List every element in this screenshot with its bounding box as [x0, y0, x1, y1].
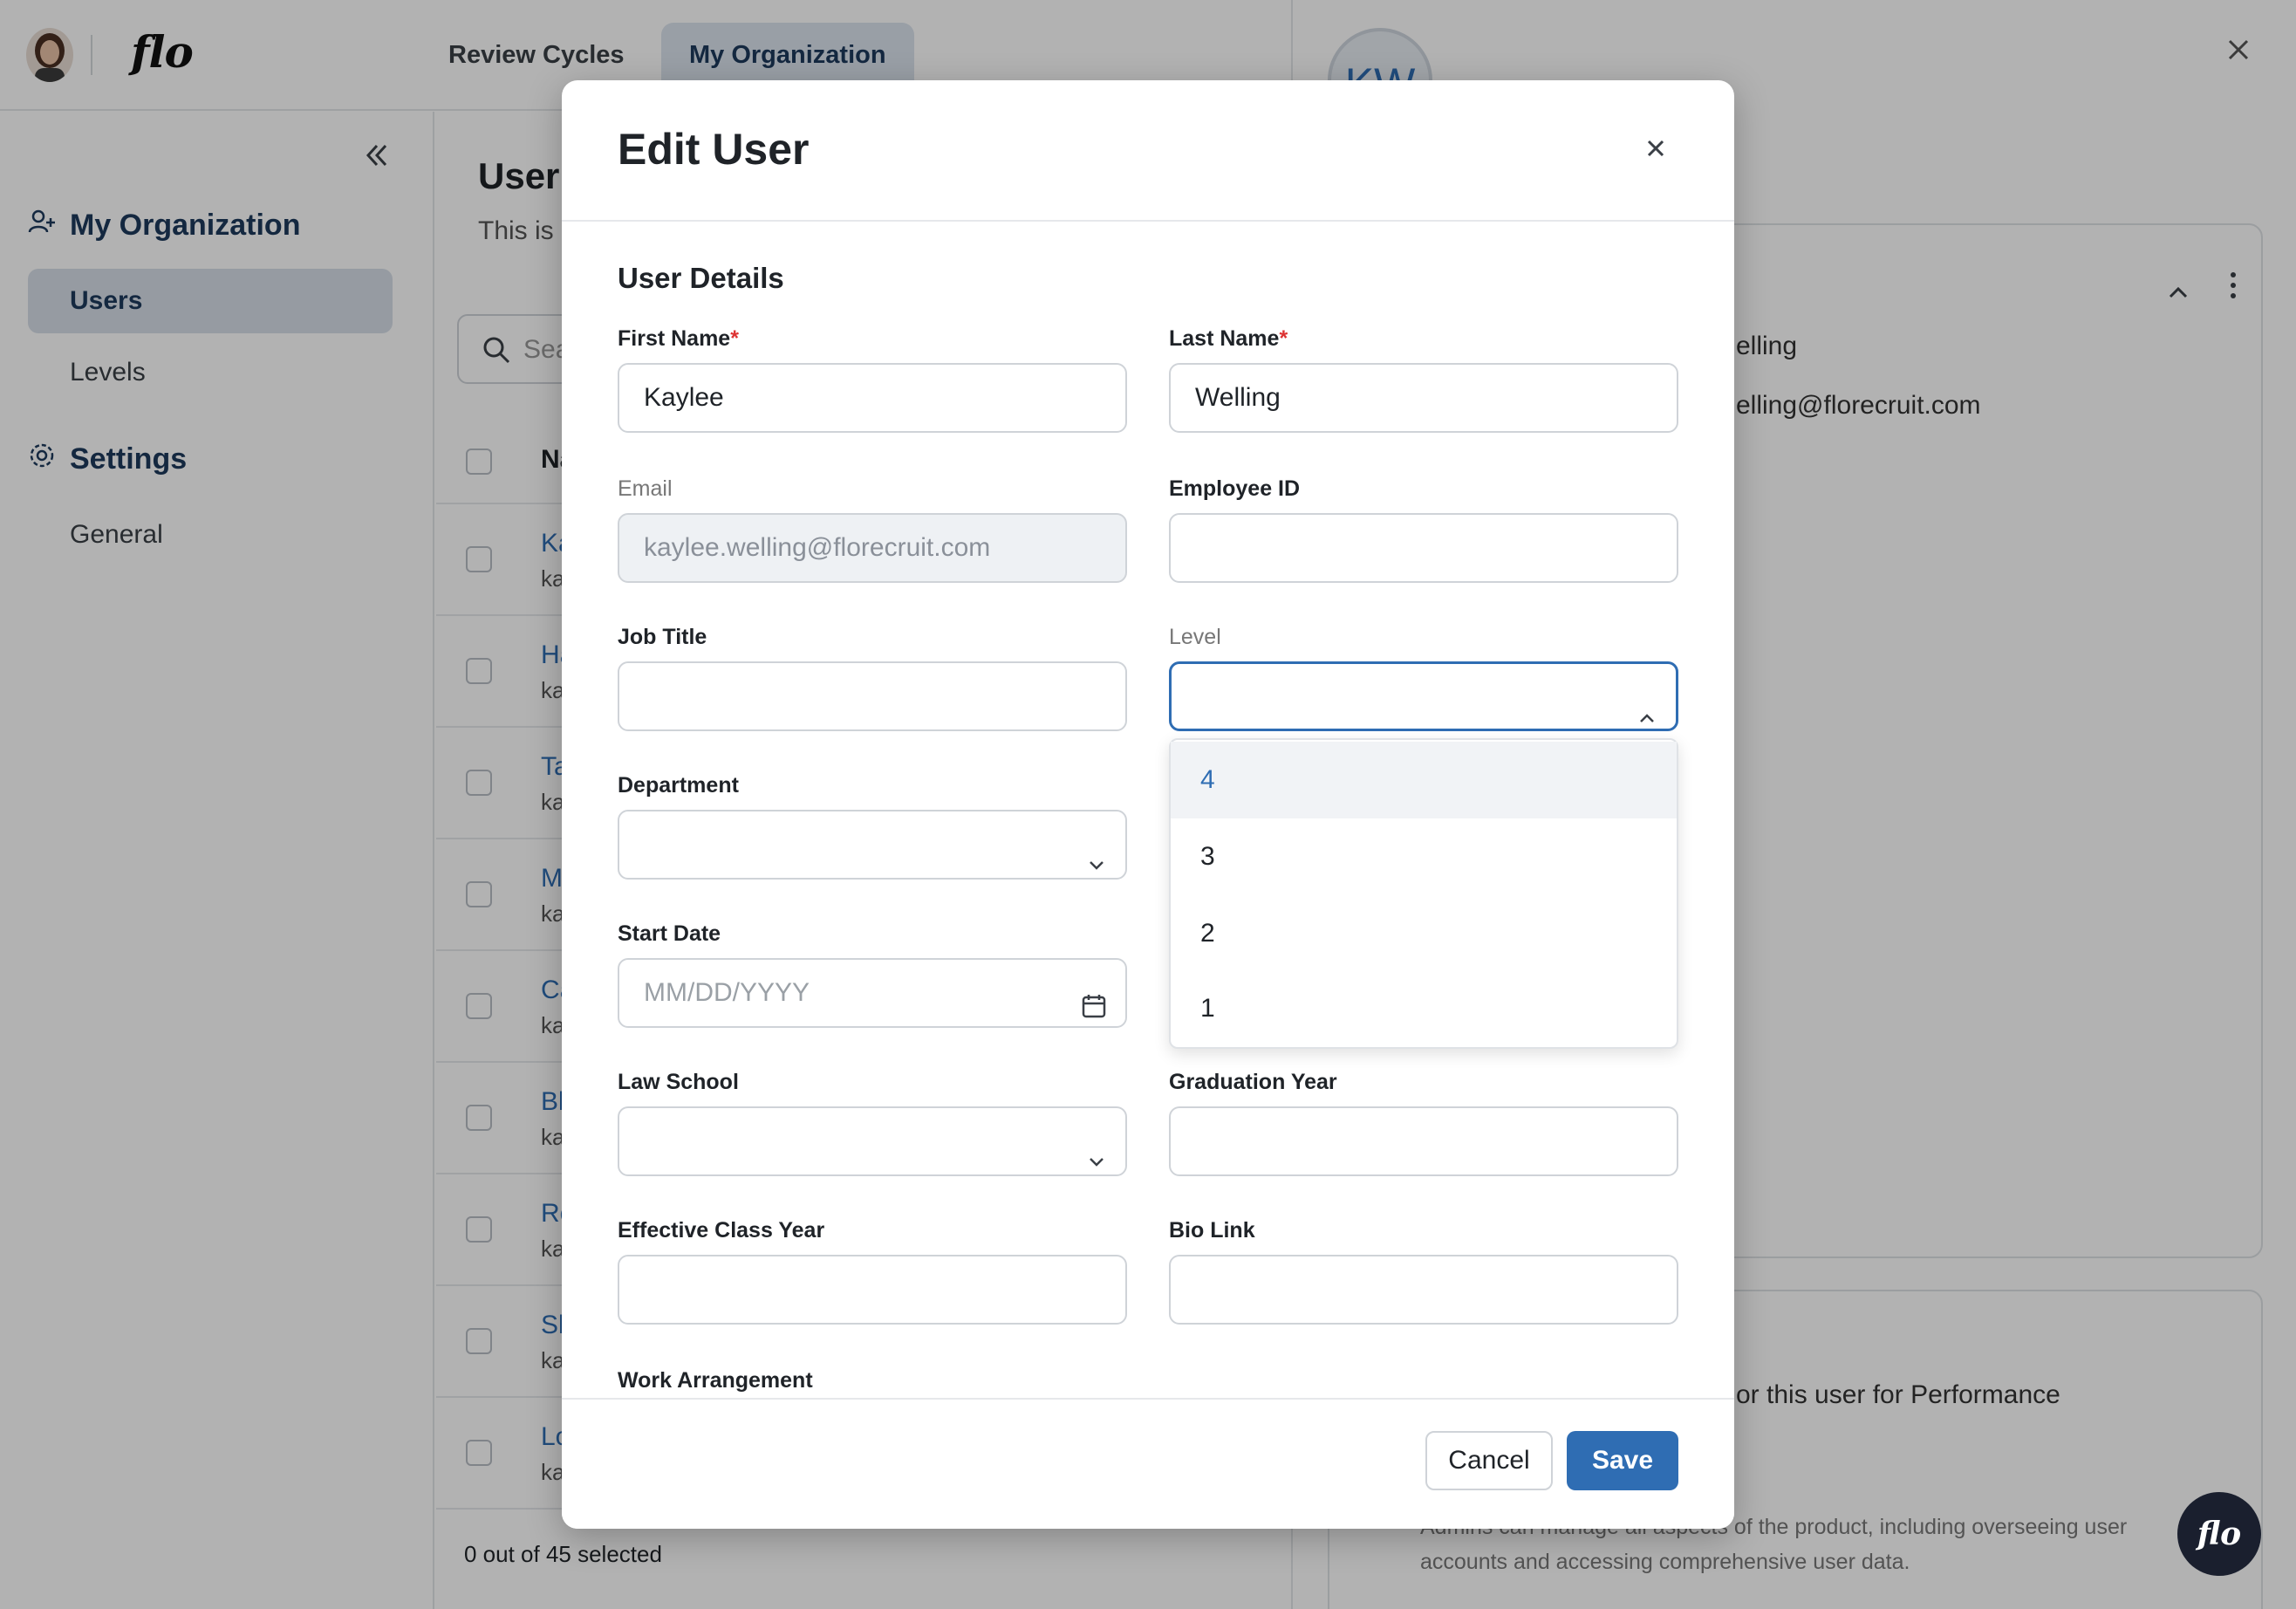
save-button[interactable]: Save	[1567, 1431, 1678, 1490]
job-title-label: Job Title	[618, 625, 707, 649]
email-label: Email	[618, 476, 673, 501]
level-option-3[interactable]: 3	[1171, 818, 1677, 895]
chevron-up-icon	[1637, 687, 1657, 722]
department-select[interactable]	[618, 810, 1127, 880]
email-field: kaylee.welling@florecruit.com	[618, 513, 1127, 583]
employee-id-field[interactable]	[1169, 513, 1678, 583]
last-name-label: Last Name*	[1169, 326, 1288, 351]
bio-link-field[interactable]	[1169, 1255, 1678, 1325]
employee-id-label: Employee ID	[1169, 476, 1301, 501]
level-option-2[interactable]: 2	[1171, 895, 1677, 972]
modal-footer: Cancel Save	[562, 1398, 1734, 1529]
work-arrangement-label: Work Arrangement	[618, 1368, 813, 1393]
start-date-label: Start Date	[618, 921, 721, 946]
level-option-1[interactable]: 1	[1171, 970, 1677, 1047]
calendar-icon[interactable]	[1080, 979, 1108, 1045]
modal-header: Edit User	[562, 80, 1734, 222]
chevron-down-icon	[1087, 834, 1106, 870]
law-school-select[interactable]	[618, 1106, 1127, 1176]
start-date-field[interactable]: MM/DD/YYYY	[618, 958, 1127, 1028]
bio-link-label: Bio Link	[1169, 1218, 1255, 1243]
chevron-down-icon	[1087, 1131, 1106, 1167]
flo-assistant-button[interactable]: flo	[2177, 1492, 2261, 1576]
first-name-label: First Name*	[618, 326, 739, 351]
department-label: Department	[618, 773, 739, 798]
first-name-field[interactable]: Kaylee	[618, 363, 1127, 433]
modal-title: Edit User	[618, 125, 810, 174]
close-icon[interactable]	[1638, 131, 1673, 166]
level-select[interactable]	[1169, 661, 1678, 731]
edit-user-modal: Edit User User Details First Name* Kayle…	[562, 80, 1734, 1529]
level-dropdown-menu: 4 3 2 1	[1169, 738, 1678, 1049]
effective-class-year-field[interactable]	[618, 1255, 1127, 1325]
cancel-button[interactable]: Cancel	[1425, 1431, 1553, 1490]
start-date-placeholder: MM/DD/YYYY	[644, 978, 810, 1007]
section-title: User Details	[618, 262, 784, 294]
graduation-year-label: Graduation Year	[1169, 1070, 1337, 1094]
job-title-field[interactable]	[618, 661, 1127, 731]
effective-class-year-label: Effective Class Year	[618, 1218, 825, 1243]
last-name-field[interactable]: Welling	[1169, 363, 1678, 433]
law-school-label: Law School	[618, 1070, 739, 1094]
level-option-4[interactable]: 4	[1171, 742, 1677, 818]
graduation-year-field[interactable]	[1169, 1106, 1678, 1176]
level-label: Level	[1169, 625, 1221, 649]
